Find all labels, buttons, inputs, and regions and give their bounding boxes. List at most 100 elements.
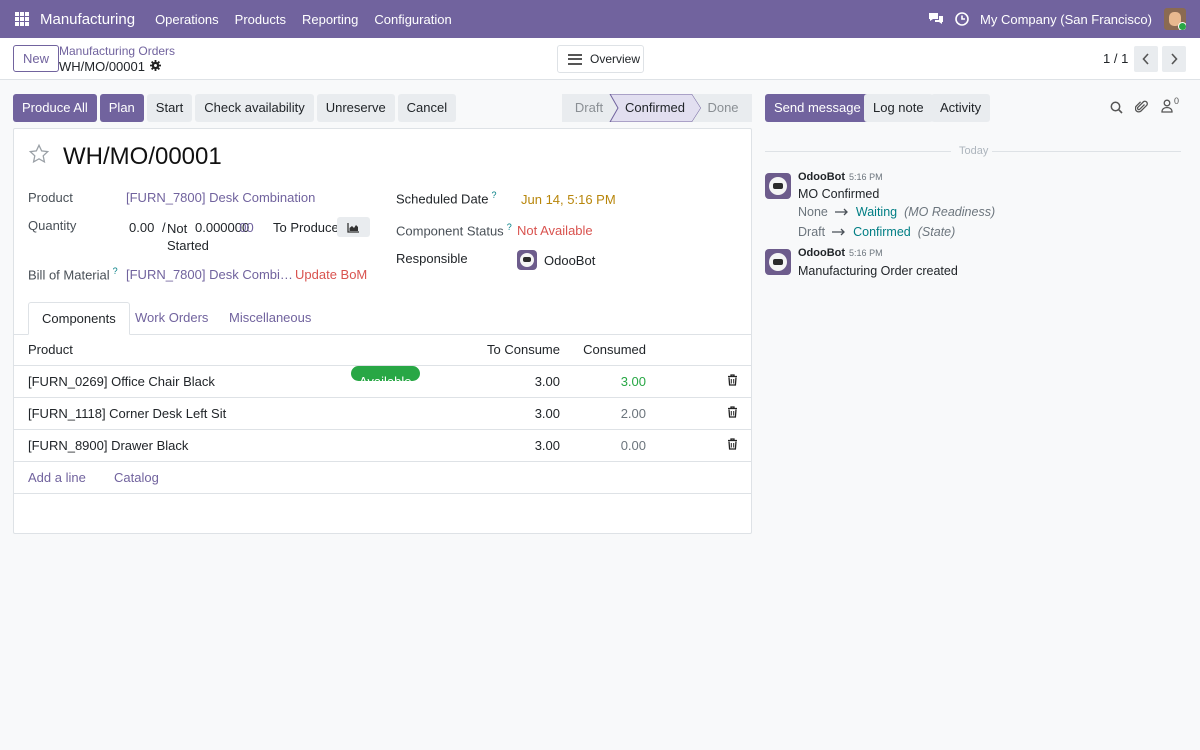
odoobot-avatar [517,250,537,270]
pager-next-button[interactable] [1162,46,1186,72]
component-status-help-icon[interactable]: ? [507,222,512,232]
overview-button[interactable]: Overview [557,45,644,73]
form-sheet: WH/MO/00001 Product [FURN_7800] Desk Com… [13,128,752,534]
user-avatar[interactable] [1164,8,1186,30]
component-status-value: Not Available [517,223,593,238]
odoobot-avatar[interactable] [765,173,791,199]
pager-previous-button[interactable] [1134,46,1158,72]
table-row[interactable]: [FURN_1118] Corner Desk Left Sit 3.00 2.… [14,398,751,430]
top-navbar: Manufacturing Operations Products Report… [0,0,1200,38]
stage-draft[interactable]: Draft [562,94,616,122]
tab-miscellaneous[interactable]: Miscellaneous [216,302,324,335]
new-button[interactable]: New [13,45,60,72]
message-body: MO Confirmed [798,187,880,201]
forecast-chart-button[interactable] [337,217,370,237]
tracking-field: (State) [917,225,956,239]
tab-components[interactable]: Components [28,302,130,335]
breadcrumb-current-label: WH/MO/00001 [59,59,145,74]
table-row[interactable]: [FURN_0269] Office Chair Black Available… [14,366,751,398]
component-consumed[interactable]: 2.00 [566,398,646,429]
product-field[interactable]: [FURN_7800] Desk Combination [126,190,315,205]
add-line-link[interactable]: Add a line [28,462,86,493]
cancel-button[interactable]: Cancel [397,94,457,122]
apps-menu-icon[interactable] [15,12,29,26]
stage-done[interactable]: Done [700,94,746,122]
start-button[interactable]: Start [146,94,193,122]
menu-products[interactable]: Products [227,12,294,27]
log-note-button[interactable]: Log note [864,94,933,122]
stage-confirmed[interactable]: Confirmed [618,94,692,122]
followers-button[interactable]: 0 [1161,96,1180,113]
odoobot-avatar[interactable] [765,249,791,275]
component-product: [FURN_8900] Drawer Black [28,438,189,453]
company-switcher[interactable]: My Company (San Francisco) [980,12,1152,27]
responsible-label: Responsible [396,251,468,266]
bom-field[interactable]: [FURN_7800] Desk Combi… [126,267,293,282]
check-availability-button[interactable]: Check availability [195,94,314,122]
gear-icon[interactable] [149,59,161,74]
responsible-value: OdooBot [544,252,596,268]
component-consumed[interactable]: 3.00 [566,366,646,397]
send-message-button[interactable]: Send message [765,94,870,122]
bom-help-icon[interactable]: ? [113,266,118,276]
date-separator: Today [765,145,1181,157]
breadcrumb-parent[interactable]: Manufacturing Orders [59,44,175,58]
message-time: 5:16 PM [849,172,883,182]
table-row[interactable]: [FURN_8900] Drawer Black 3.00 0.00 [14,430,751,462]
scheduled-help-icon[interactable]: ? [492,190,497,200]
star-icon[interactable] [28,143,50,168]
quantity-produced-field[interactable]: 0.00 [129,220,154,235]
message-author-name: OdooBot [798,247,846,259]
status-bar: Draft Confirmed Done [562,94,752,122]
bom-label: Bill of Material? [28,266,118,282]
trash-icon[interactable] [727,398,738,429]
unreserve-button[interactable]: Unreserve [316,94,395,122]
arrow-right-icon [832,225,846,239]
component-consumed[interactable]: 0.00 [566,430,646,461]
quantity-total-suffix: 00 [239,220,254,235]
today-label: Today [959,145,989,157]
component-status-label-text: Component Status [396,223,504,239]
col-product[interactable]: Product [28,334,73,365]
tracking-new-value: Waiting [855,205,898,219]
bom-label-text: Bill of Material [28,267,110,283]
plan-button[interactable]: Plan [99,94,144,122]
update-bom-link[interactable]: Update BoM [295,267,367,282]
clock-activity-icon[interactable] [954,11,970,27]
scheduled-date-label: Scheduled Date? [396,190,497,206]
tracking-old-value: None [798,205,828,219]
breadcrumb-current: WH/MO/00001 [59,59,161,74]
availability-badge: Available [351,366,420,389]
quantity-total-field[interactable]: 0.00000000 [195,220,254,235]
trash-icon[interactable] [727,430,738,461]
scheduled-date-field[interactable]: Jun 14, 5:16 PM [521,192,616,207]
overview-label: Overview [590,52,641,66]
component-to-consume[interactable]: 3.00 [460,366,560,397]
responsible-field[interactable]: OdooBot [517,250,595,270]
catalog-link[interactable]: Catalog [114,462,159,493]
menu-operations[interactable]: Operations [147,12,227,27]
menu-configuration[interactable]: Configuration [366,12,459,27]
message-author[interactable]: OdooBot 5:16 PM [798,247,883,259]
tab-work-orders[interactable]: Work Orders [122,302,221,335]
col-consumed[interactable]: Consumed [566,334,646,365]
tracking-line: Draft Confirmed (State) [798,225,955,239]
component-to-consume[interactable]: 3.00 [460,430,560,461]
component-to-consume[interactable]: 3.00 [460,398,560,429]
col-to-consume[interactable]: To Consume [460,334,560,365]
trash-icon[interactable] [727,366,738,397]
control-panel: New Manufacturing Orders WH/MO/00001 Ove… [0,38,1200,80]
pager-value[interactable]: 1 / 1 [1103,51,1128,66]
app-name[interactable]: Manufacturing [40,11,135,28]
paperclip-icon[interactable] [1134,100,1148,117]
menu-reporting[interactable]: Reporting [294,12,366,27]
table-add-row: Add a line Catalog [14,462,751,494]
followers-count: 0 [1174,96,1180,106]
activity-button[interactable]: Activity [931,94,991,122]
chat-bubbles-icon[interactable] [928,11,944,27]
search-icon[interactable] [1110,101,1123,117]
chevron-right-icon [1171,53,1178,65]
produce-all-button[interactable]: Produce All [13,94,97,122]
product-label: Product [28,190,73,205]
message-author[interactable]: OdooBot 5:16 PM [798,171,883,183]
